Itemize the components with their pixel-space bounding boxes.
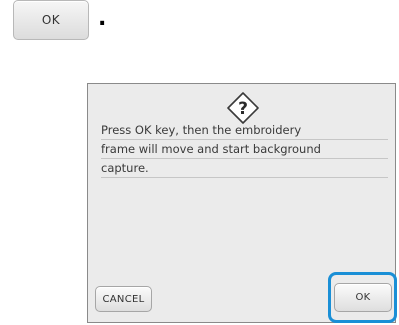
cancel-button[interactable]: CANCEL — [95, 286, 152, 312]
message-line-3: capture. — [101, 159, 388, 178]
instruction-line: OK . — [0, 0, 399, 55]
message-area: ? Press OK key, then the embroidery fram… — [88, 84, 395, 214]
ok-key-illustration: OK — [13, 0, 89, 40]
question-icon: ? — [227, 92, 259, 124]
svg-text:?: ? — [238, 99, 248, 119]
ok-button[interactable]: OK — [334, 283, 392, 312]
message-line-1: Press OK key, then the embroidery — [101, 121, 388, 140]
message-line-2: frame will move and start background — [101, 140, 388, 159]
dialog-screen: ? Press OK key, then the embroidery fram… — [87, 83, 396, 323]
instruction-period: . — [98, 6, 107, 31]
